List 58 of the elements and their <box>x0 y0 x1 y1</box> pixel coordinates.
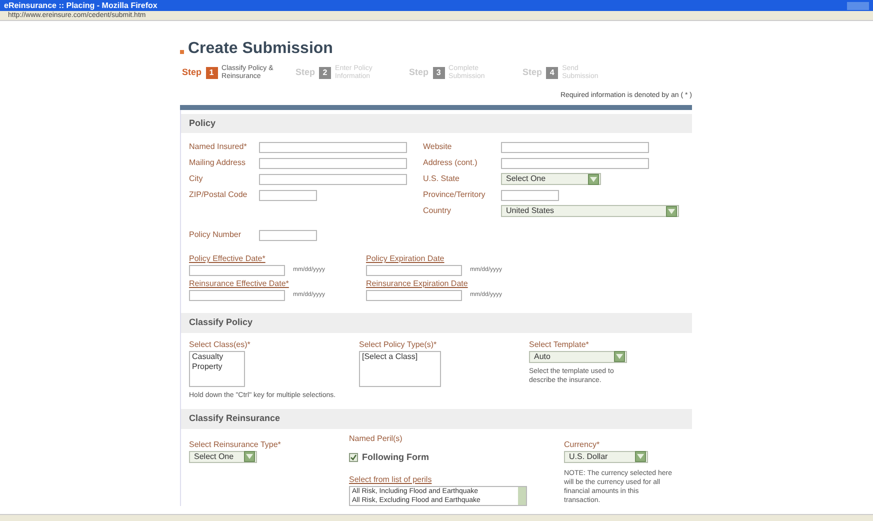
date-label: Policy Effective Date* <box>189 253 266 265</box>
section-header: Policy <box>181 114 692 133</box>
field-label: Country <box>423 205 452 217</box>
field-label: Province/Territory <box>423 189 486 201</box>
field-label: City <box>189 173 204 185</box>
checkbox[interactable] <box>349 452 358 462</box>
text-input[interactable] <box>366 265 462 276</box>
field-label: Named Peril(s) <box>349 432 404 444</box>
checkbox-label: Following Form <box>362 450 429 464</box>
dropdown-arrow-icon <box>588 174 599 184</box>
field-label: Named Insured* <box>189 141 248 153</box>
field-label: Mailing Address <box>189 157 246 169</box>
dropdown-arrow-icon <box>244 451 255 462</box>
text-input[interactable] <box>501 190 559 200</box>
field-label: Select from list of perils <box>349 474 433 486</box>
field-label: Select Policy Type(s)* <box>359 338 438 350</box>
text-input[interactable] <box>189 265 285 276</box>
date-label: Policy Expiration Date <box>366 253 446 265</box>
window-title: eReinsurance :: Placing - Mozilla Firefox <box>4 2 158 10</box>
dropdown-arrow-icon <box>666 206 677 216</box>
select-dropdown[interactable]: Auto <box>529 350 627 362</box>
text-input[interactable] <box>366 290 462 301</box>
select-dropdown[interactable]: United States <box>501 205 679 217</box>
field-label: Select Template* <box>529 338 590 350</box>
list-option[interactable]: Casualty <box>192 352 242 362</box>
field-label: ZIP/Postal Code <box>189 189 248 201</box>
page-title: Create Submission <box>188 39 333 59</box>
date-label: Reinsurance Expiration Date <box>366 278 469 290</box>
window-controls-icon[interactable] <box>847 2 869 10</box>
field-label: Website <box>423 141 453 153</box>
section-header: Classify Policy <box>181 313 692 332</box>
text-input[interactable] <box>501 142 649 152</box>
field-label: Policy Number <box>189 229 242 241</box>
policy-type-list-box[interactable]: [Select a Class] <box>359 350 441 386</box>
list-option[interactable]: Property <box>192 362 242 372</box>
class-list-box[interactable]: Casualty Property <box>189 350 245 386</box>
field-label: U.S. State <box>423 173 460 185</box>
dropdown-arrow-icon <box>635 451 646 462</box>
date-label: Reinsurance Effective Date* <box>189 278 290 290</box>
list-option[interactable]: [Select a Class] <box>362 352 438 362</box>
section-header: Classify Reinsurance <box>181 409 692 428</box>
text-input[interactable] <box>501 158 649 168</box>
field-label: Currency* <box>564 438 601 450</box>
select-dropdown[interactable]: Select One <box>189 450 257 462</box>
dropdown-arrow-icon <box>614 351 625 362</box>
field-label: Select Reinsurance Type* <box>189 438 282 450</box>
select-dropdown[interactable]: U.S. Dollar <box>564 450 648 462</box>
text-input[interactable] <box>259 158 407 168</box>
text-input[interactable] <box>259 230 317 240</box>
field-label: Address (cont.) <box>423 157 478 169</box>
select-dropdown[interactable]: Select One <box>501 173 601 185</box>
field-label: Select Class(es)* <box>189 338 252 350</box>
text-input[interactable] <box>259 174 407 184</box>
scrollbar[interactable] <box>518 487 526 505</box>
text-input[interactable] <box>259 142 407 152</box>
bullet-icon <box>180 50 184 54</box>
text-input[interactable] <box>189 290 285 301</box>
text-input[interactable] <box>259 190 317 200</box>
